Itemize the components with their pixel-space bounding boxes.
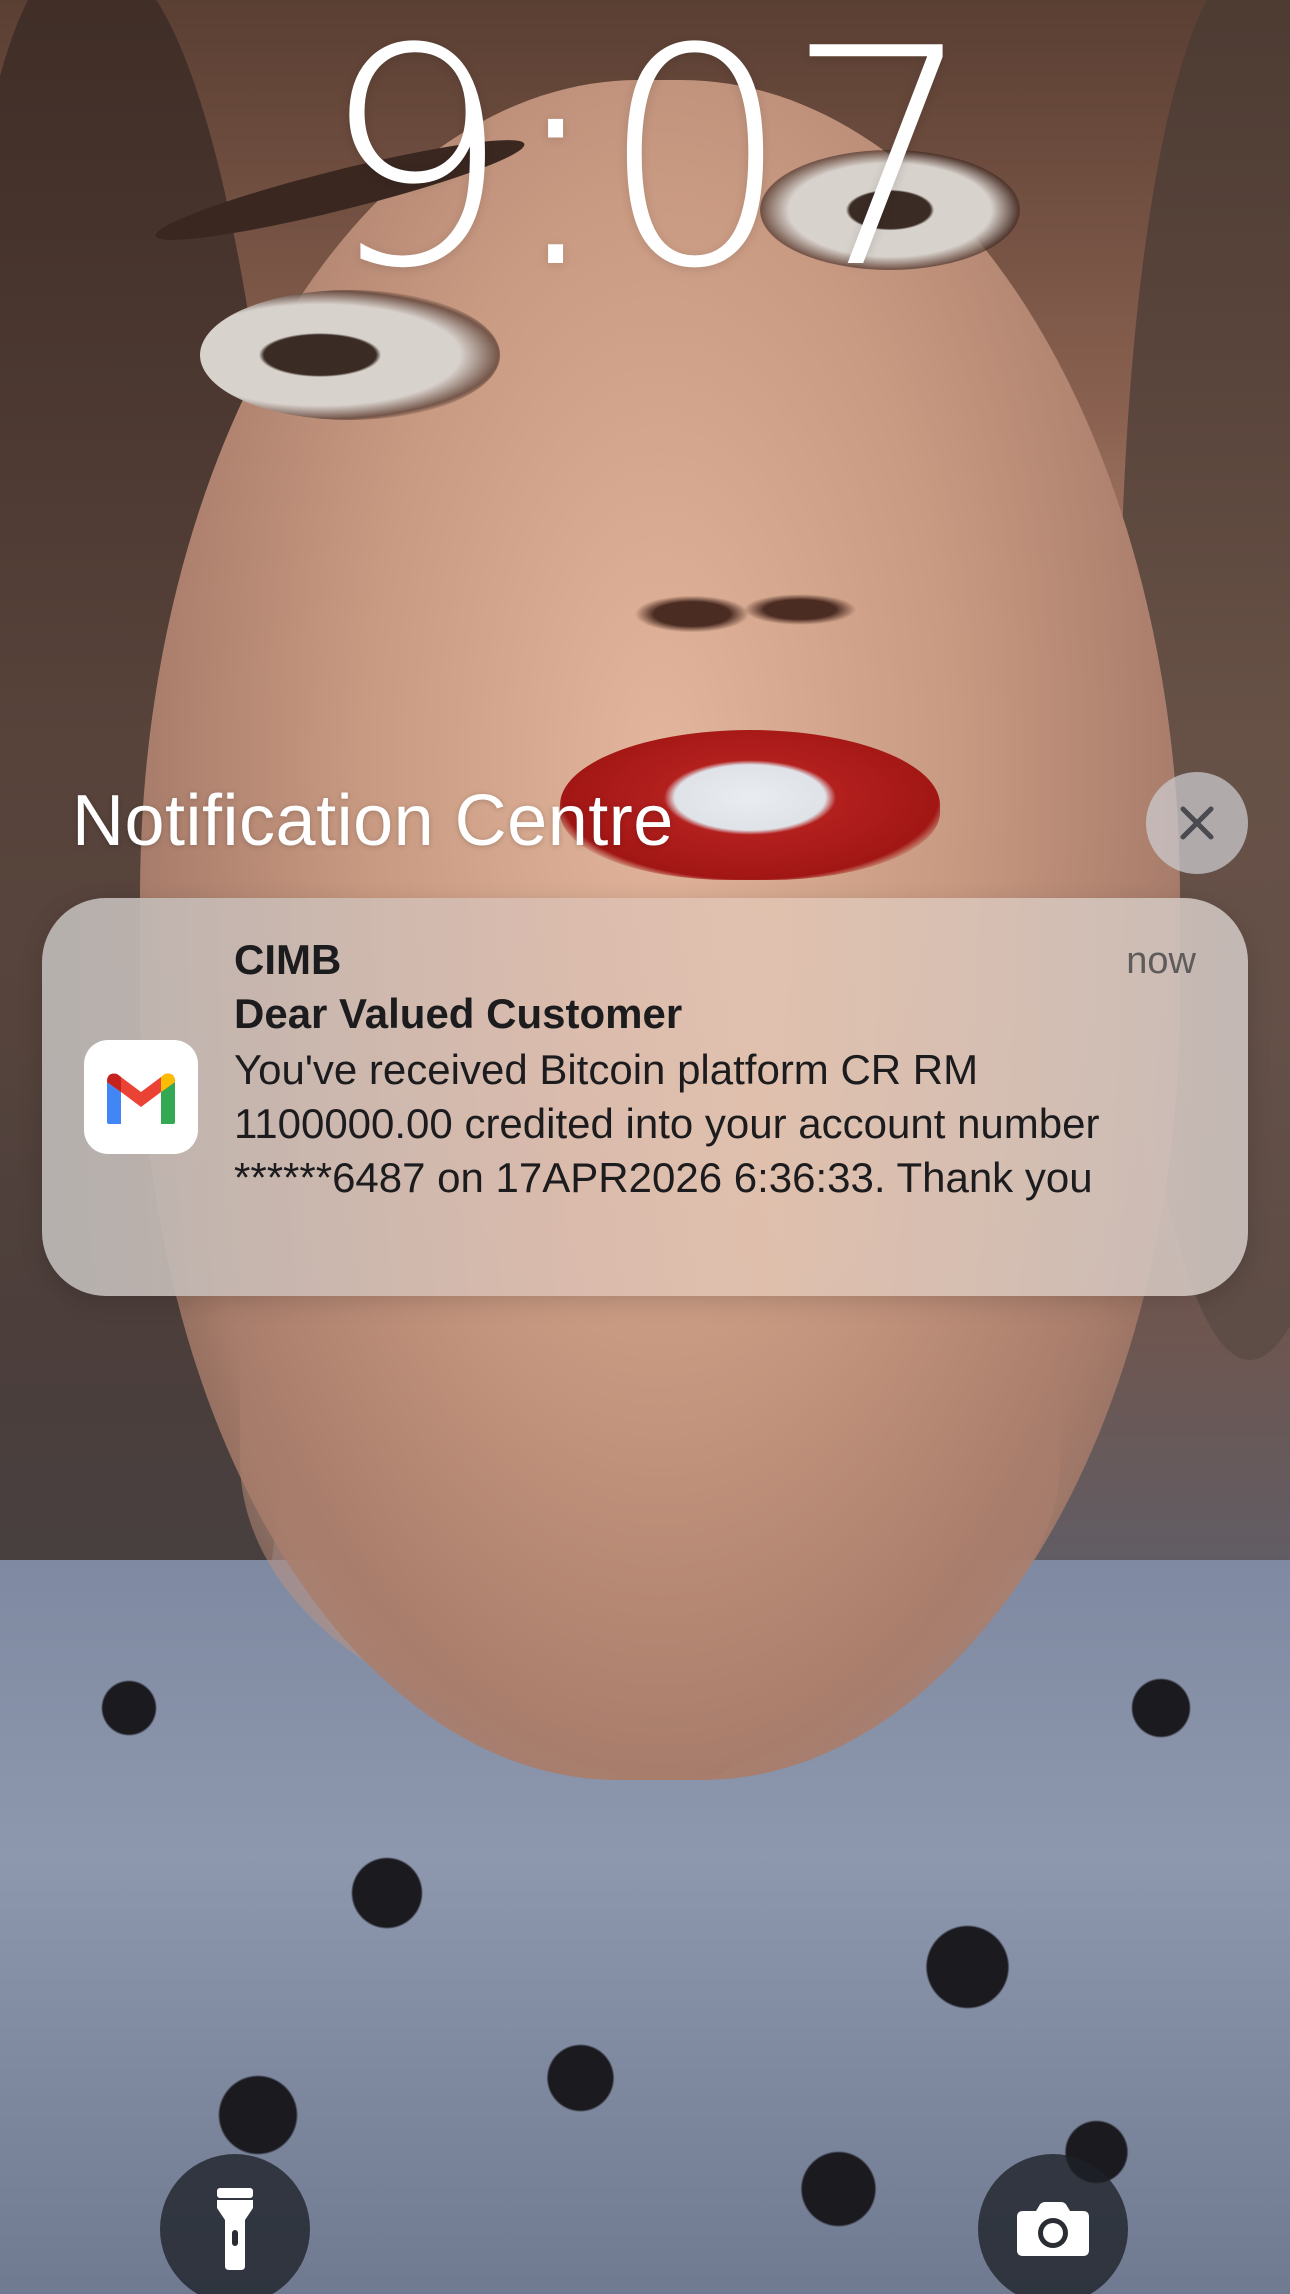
clear-notifications-button[interactable] xyxy=(1146,772,1248,874)
app-icon xyxy=(84,1040,198,1154)
lock-screen: 9:07 Notification Centre CIMB now Dear V… xyxy=(0,0,1290,2294)
camera-icon xyxy=(1017,2202,1089,2256)
close-icon xyxy=(1180,806,1214,840)
gmail-icon xyxy=(107,1073,175,1124)
notification-card[interactable]: CIMB now Dear Valued Customer You've rec… xyxy=(42,898,1248,1296)
notification-centre-title: Notification Centre xyxy=(72,781,674,861)
flashlight-icon xyxy=(217,2188,253,2270)
flashlight-button[interactable] xyxy=(160,2154,310,2294)
notification-body: You've received Bitcoin platform CR RM 1… xyxy=(234,1046,1100,1201)
notification-sender: CIMB xyxy=(234,936,342,983)
notification-subject: Dear Valued Customer xyxy=(234,990,683,1037)
wallpaper-nose xyxy=(620,560,860,650)
camera-button[interactable] xyxy=(978,2154,1128,2294)
lock-screen-clock: 9:07 xyxy=(320,0,976,334)
notification-time: now xyxy=(1126,940,1196,982)
